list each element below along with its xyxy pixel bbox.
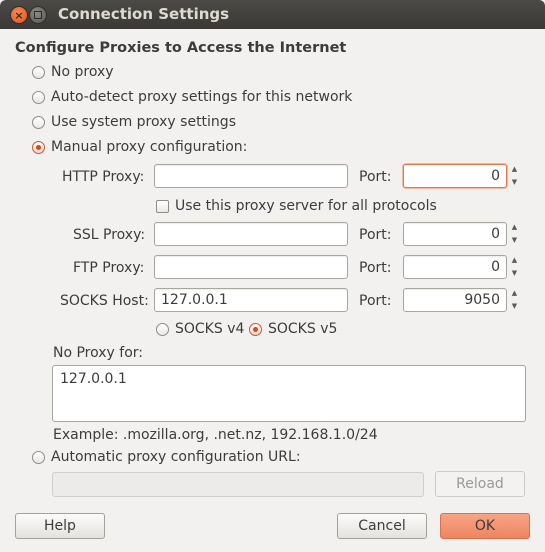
radio-button-icon[interactable] — [32, 115, 45, 129]
radio-auto-detect-label: Auto-detect proxy settings for this netw… — [51, 89, 353, 105]
spin-down-icon[interactable]: ▼ — [512, 177, 517, 188]
spin-down-icon[interactable]: ▼ — [512, 235, 517, 246]
ssl-proxy-label: SSL Proxy: — [73, 227, 146, 243]
ftp-port-input[interactable]: 0 — [403, 255, 507, 279]
reload-button[interactable]: Reload — [435, 471, 525, 497]
radio-system-proxy-label: Use system proxy settings — [51, 114, 236, 130]
ftp-proxy-input[interactable] — [154, 255, 348, 279]
spin-up-icon[interactable]: ▲ — [512, 288, 517, 299]
radio-button-icon[interactable] — [32, 65, 45, 79]
socks-port-spinner[interactable]: ▲ ▼ — [509, 288, 520, 312]
auto-config-url-label: Automatic proxy configuration URL: — [51, 449, 301, 465]
http-proxy-label: HTTP Proxy: — [62, 169, 145, 185]
radio-selected-icon[interactable] — [32, 140, 45, 154]
socks-v4-label: SOCKS v4 — [175, 321, 245, 337]
no-proxy-for-label: No Proxy for: — [53, 345, 144, 361]
http-port-input[interactable]: 0 — [403, 164, 507, 188]
checkbox-icon[interactable] — [156, 199, 169, 213]
ssl-port-label: Port: — [359, 227, 392, 243]
cancel-button[interactable]: Cancel — [337, 513, 427, 539]
radio-no-proxy[interactable]: No proxy — [32, 64, 114, 80]
radio-button-icon[interactable] — [156, 322, 169, 336]
radio-system-proxy[interactable]: Use system proxy settings — [32, 114, 236, 130]
no-proxy-for-textarea[interactable]: 127.0.0.1 — [52, 365, 526, 422]
ok-button[interactable]: OK — [440, 513, 530, 539]
socks-port-label: Port: — [359, 293, 392, 309]
spin-up-icon[interactable]: ▲ — [512, 222, 517, 233]
http-proxy-input[interactable] — [154, 164, 348, 188]
use-for-all-checkbox[interactable]: Use this proxy server for all protocols — [156, 198, 437, 214]
auto-config-url-input[interactable] — [52, 472, 424, 497]
spin-down-icon[interactable]: ▼ — [512, 301, 517, 312]
radio-selected-icon[interactable] — [249, 322, 262, 336]
maximize-icon[interactable] — [29, 6, 47, 24]
radio-socks-v4[interactable]: SOCKS v4 — [156, 321, 244, 337]
ssl-port-spinner[interactable]: ▲ ▼ — [509, 222, 520, 246]
help-button[interactable]: Help — [15, 513, 105, 539]
http-port-spinner[interactable]: ▲ ▼ — [509, 164, 520, 188]
radio-socks-v5[interactable]: SOCKS v5 — [249, 321, 337, 337]
socks-v5-label: SOCKS v5 — [268, 321, 338, 337]
no-proxy-example: Example: .mozilla.org, .net.nz, 192.168.… — [53, 427, 378, 443]
section-heading: Configure Proxies to Access the Internet — [15, 40, 347, 56]
socks-host-label: SOCKS Host: — [60, 293, 149, 309]
radio-auto-config-url[interactable]: Automatic proxy configuration URL: — [32, 449, 301, 465]
connection-settings-dialog: × Connection Settings Configure Proxies … — [0, 0, 545, 552]
radio-button-icon[interactable] — [32, 450, 45, 464]
ssl-port-input[interactable]: 0 — [403, 222, 507, 246]
radio-no-proxy-label: No proxy — [51, 64, 114, 80]
socks-port-input[interactable]: 9050 — [403, 288, 507, 312]
radio-manual-proxy-label: Manual proxy configuration: — [51, 139, 248, 155]
use-for-all-label: Use this proxy server for all protocols — [175, 198, 437, 214]
window-title: Connection Settings — [58, 5, 230, 23]
title-bar: × Connection Settings — [0, 0, 545, 29]
spin-up-icon[interactable]: ▲ — [512, 255, 517, 266]
close-icon[interactable]: × — [10, 6, 28, 24]
ftp-port-spinner[interactable]: ▲ ▼ — [509, 255, 520, 279]
radio-auto-detect[interactable]: Auto-detect proxy settings for this netw… — [32, 89, 352, 105]
ftp-proxy-label: FTP Proxy: — [73, 260, 145, 276]
socks-host-input[interactable]: 127.0.0.1 — [154, 288, 348, 312]
spin-down-icon[interactable]: ▼ — [512, 268, 517, 279]
ssl-proxy-input[interactable] — [154, 222, 348, 246]
ftp-port-label: Port: — [359, 260, 392, 276]
spin-up-icon[interactable]: ▲ — [512, 164, 517, 175]
radio-manual-proxy[interactable]: Manual proxy configuration: — [32, 139, 247, 155]
radio-button-icon[interactable] — [32, 90, 45, 104]
http-port-label: Port: — [359, 169, 392, 185]
